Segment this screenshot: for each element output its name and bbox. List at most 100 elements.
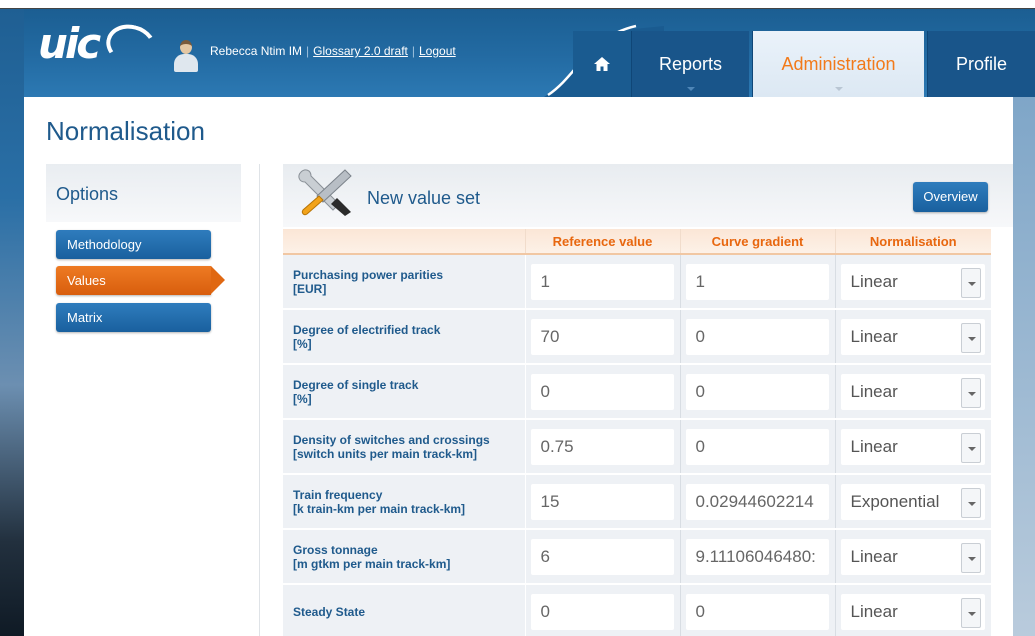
dropdown-arrow-icon[interactable]: [961, 597, 981, 628]
row-label: Purchasing power parities [EUR]: [283, 254, 526, 310]
user-links: Rebecca Ntim IM | Glossary 2.0 draft | Logou…: [210, 44, 456, 58]
table-row: Density of switches and crossings [switch…: [283, 419, 991, 475]
dropdown-arrow-icon[interactable]: [961, 377, 981, 408]
tab-administration-label: Administration: [781, 53, 896, 74]
reference-value-input[interactable]: 15: [530, 483, 674, 520]
normalisation-select[interactable]: Linear: [840, 538, 985, 575]
table-row: Gross tonnage [m gtkm per main track-km] …: [283, 529, 991, 585]
row-label: Steady State: [283, 584, 526, 636]
normalisation-value: Exponential: [850, 491, 940, 511]
user-avatar-icon: [174, 40, 198, 74]
row-label: Degree of electrified track [%]: [283, 309, 526, 365]
row-unit: [EUR]: [293, 281, 327, 296]
normalisation-value: Linear: [850, 546, 898, 566]
curve-gradient-input[interactable]: 0.02944602214: [685, 483, 829, 520]
logout-link[interactable]: Logout: [419, 44, 456, 58]
background-left-strip: [0, 9, 24, 636]
value-set-table: Reference value Curve gradient Normalisa…: [283, 229, 991, 636]
row-unit: [%]: [293, 336, 312, 351]
row-name: Train frequency: [293, 487, 383, 502]
table-header-row: Reference value Curve gradient Normalisa…: [283, 229, 991, 255]
normalisation-value: Linear: [850, 601, 898, 621]
row-unit: [k train-km per main track-km]: [293, 501, 466, 516]
dropdown-arrow-icon[interactable]: [961, 432, 981, 463]
uic-logo[interactable]: uic: [38, 19, 161, 71]
row-name: Degree of electrified track: [293, 322, 441, 337]
row-unit: [%]: [293, 391, 312, 406]
normalisation-select[interactable]: Linear: [840, 318, 985, 355]
tab-reports-label: Reports: [658, 53, 723, 74]
normalisation-select[interactable]: Linear: [840, 373, 985, 410]
reference-value-input[interactable]: 6: [530, 538, 674, 575]
reference-value-input[interactable]: 0: [530, 373, 674, 410]
home-icon: [594, 57, 610, 71]
tab-profile-label: Profile: [955, 53, 1008, 74]
normalisation-select[interactable]: Linear: [840, 263, 985, 300]
panel-header: New value set Overview: [283, 164, 1013, 227]
normalisation-value: Linear: [850, 326, 898, 346]
dropdown-arrow-icon[interactable]: [961, 542, 981, 573]
tab-administration[interactable]: Administration: [752, 31, 924, 97]
chevron-down-icon: [686, 87, 695, 91]
sidebar-item-matrix[interactable]: Matrix: [56, 303, 211, 332]
vertical-divider: [259, 164, 260, 636]
row-label: Density of switches and crossings [switch…: [283, 419, 526, 475]
tab-reports[interactable]: Reports: [631, 31, 749, 97]
column-header-reference: Reference value: [524, 229, 680, 255]
normalisation-value: Linear: [850, 436, 898, 456]
background-right-strip: [1013, 97, 1035, 636]
app-header: uic Rebecca Ntim IM | Glossary 2.0 draft | L…: [24, 9, 1035, 97]
reference-value-input[interactable]: 0.75: [530, 428, 674, 465]
row-name: Density of switches and crossings: [293, 432, 490, 447]
row-name: Gross tonnage: [293, 542, 378, 557]
curve-gradient-input[interactable]: 0: [685, 373, 829, 410]
normalisation-select[interactable]: Exponential: [840, 483, 985, 520]
nav-home[interactable]: [573, 31, 631, 97]
normalisation-value: Linear: [850, 271, 898, 291]
logo-text: uic: [38, 19, 101, 68]
row-label: Train frequency [k train-km per main trac…: [283, 474, 526, 530]
curve-gradient-input[interactable]: 1: [685, 263, 829, 300]
row-name: Purchasing power parities: [293, 267, 444, 282]
sidebar-heading: Options: [46, 164, 241, 222]
normalisation-value: Linear: [850, 381, 898, 401]
curve-gradient-input[interactable]: 0: [685, 318, 829, 355]
table-row: Purchasing power parities [EUR] 1 1 Linea…: [283, 254, 991, 310]
dropdown-arrow-icon[interactable]: [961, 487, 981, 518]
column-header-gradient: Curve gradient: [679, 229, 835, 255]
tab-profile[interactable]: Profile: [927, 31, 1035, 97]
row-label: Gross tonnage [m gtkm per main track-km]: [283, 529, 526, 585]
tools-icon: [298, 169, 352, 216]
table-row: Degree of single track [%] 0 0 Linear: [283, 364, 991, 420]
logo-swoosh: [101, 19, 161, 71]
table-row: Train frequency [k train-km per main trac…: [283, 474, 991, 530]
reference-value-input[interactable]: 1: [530, 263, 674, 300]
reference-value-input[interactable]: 0: [530, 593, 674, 630]
page-title: Normalisation: [46, 116, 205, 146]
reference-value-input[interactable]: 70: [530, 318, 674, 355]
panel-title: New value set: [367, 188, 481, 208]
sidebar-item-methodology[interactable]: Methodology: [56, 230, 211, 259]
normalisation-select[interactable]: Linear: [840, 593, 985, 630]
user-name: Rebecca Ntim IM: [210, 44, 303, 58]
sidebar-item-values[interactable]: Values: [56, 266, 225, 295]
column-header-label: [283, 229, 525, 255]
row-name: Degree of single track: [293, 377, 419, 392]
dropdown-arrow-icon[interactable]: [961, 267, 981, 298]
column-header-normalisation: Normalisation: [834, 229, 991, 255]
chevron-down-icon: [834, 87, 843, 91]
sidebar: Options Methodology Values Matrix: [46, 164, 241, 636]
row-unit: [switch units per main track-km]: [293, 446, 478, 461]
curve-gradient-input[interactable]: 0: [685, 428, 829, 465]
row-name: Steady State: [293, 604, 366, 619]
glossary-link[interactable]: Glossary 2.0 draft: [313, 44, 408, 58]
table-row: Degree of electrified track [%] 70 0 Line…: [283, 309, 991, 365]
curve-gradient-input[interactable]: 9.11106046480:: [685, 538, 829, 575]
dropdown-arrow-icon[interactable]: [961, 322, 981, 353]
normalisation-select[interactable]: Linear: [840, 428, 985, 465]
curve-gradient-input[interactable]: 0: [685, 593, 829, 630]
table-row: Steady State 0 0 Linear: [283, 584, 991, 636]
row-unit: [m gtkm per main track-km]: [293, 556, 451, 571]
overview-button[interactable]: Overview: [913, 182, 988, 212]
row-label: Degree of single track [%]: [283, 364, 526, 420]
